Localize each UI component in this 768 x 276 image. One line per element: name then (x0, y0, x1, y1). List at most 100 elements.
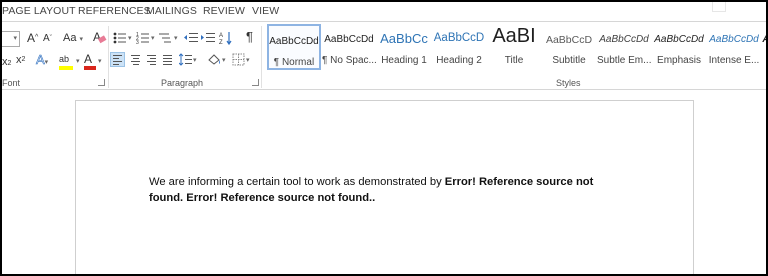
shading-icon: ▾ (208, 54, 226, 65)
line-spacing-icon: ▾ (179, 53, 197, 66)
bullets-icon: ▾ (113, 32, 132, 44)
style-name: ¶ Normal (273, 57, 315, 68)
tab-page-layout[interactable]: PAGE LAYOUT (2, 5, 76, 17)
style-preview: AaBbCcDd (269, 36, 319, 47)
numbering-icon: 1 2 3 ▾ (136, 32, 155, 45)
svg-text:▾: ▾ (222, 57, 226, 64)
superscript-button[interactable]: x2 (16, 53, 25, 67)
font-size-box[interactable]: ▾ (2, 31, 20, 47)
word-window: PAGE LAYOUT REFERENCES MAILINGS REVIEW V… (2, 2, 766, 274)
style-name: Emphasis (657, 55, 701, 66)
style-heading-1[interactable]: AaBbCc Heading 1 (377, 24, 431, 70)
tab-view[interactable]: VIEW (252, 5, 279, 17)
group-separator (261, 26, 262, 88)
document-workspace[interactable]: We are informing a certain tool to work … (2, 91, 766, 274)
paragraph-end: . (372, 192, 376, 204)
paragraph-group-label: Paragraph (161, 78, 204, 88)
tab-mailings[interactable]: MAILINGS (146, 5, 197, 17)
style-name: ¶ No Spac... (322, 55, 376, 66)
style-emphasis[interactable]: AaBbCcDd Emphasis (652, 24, 706, 70)
style-preview: A (760, 34, 766, 45)
font-color-button[interactable]: A ▾ (84, 52, 102, 70)
text-effects-icon: A (36, 52, 45, 67)
highlight-button[interactable]: ab ▾ (59, 52, 80, 70)
multilevel-list-button[interactable]: ▾ (159, 31, 181, 45)
style-normal[interactable]: AaBbCcDd ¶ Normal (267, 24, 321, 70)
svg-text:▾: ▾ (246, 57, 250, 64)
bullets-button[interactable]: ▾ (113, 31, 135, 45)
style-intense-emphasis[interactable]: AaBbCcDd Intense E... (707, 24, 761, 70)
font-dialog-launcher-icon[interactable] (98, 79, 105, 86)
style-preview: AaBbCcD (433, 32, 485, 44)
svg-text:▾: ▾ (174, 35, 178, 42)
style-preview: AaBbCcDd (599, 34, 649, 45)
style-title[interactable]: AaBI Title (487, 24, 541, 70)
svg-text:3: 3 (136, 40, 139, 45)
document-page[interactable]: We are informing a certain tool to work … (75, 100, 694, 274)
grow-font-icon: A (27, 31, 36, 45)
align-right-button[interactable] (144, 52, 159, 67)
shrink-font-button[interactable]: Aˇ (43, 32, 52, 46)
ribbon: ▾ A^ Aˇ Aa ▾ A x2 x2 A▾ ab ▾ A ▾ ▾ 1 2 3… (2, 21, 766, 90)
style-preview: AaBbCc (380, 31, 428, 46)
line-spacing-button[interactable]: ▾ (179, 53, 199, 67)
align-center-icon (131, 55, 140, 67)
font-color-icon: A (84, 52, 93, 66)
multilevel-list-icon: ▾ (159, 33, 178, 43)
align-left-button[interactable] (110, 52, 125, 67)
style-name: Subtle Em... (597, 55, 651, 66)
borders-button[interactable]: ▾ (232, 53, 254, 67)
style-name: Intense E... (708, 55, 760, 66)
svg-text:▾: ▾ (193, 57, 197, 64)
document-paragraph[interactable]: We are informing a certain tool to work … (149, 174, 629, 206)
align-center-button[interactable] (128, 52, 143, 67)
style-subtle-emphasis[interactable]: AaBbCcDd Subtle Em... (597, 24, 651, 70)
text-effects-button[interactable]: A▾ (36, 52, 48, 70)
borders-icon: ▾ (232, 53, 250, 66)
sort-icon: AZ (219, 32, 232, 46)
highlight-icon: ab (59, 54, 70, 64)
style-name: Title (504, 55, 524, 66)
change-case-label: Aa (63, 32, 77, 44)
grow-font-button[interactable]: A^ (27, 31, 38, 45)
decrease-indent-button[interactable] (184, 31, 198, 45)
justify-icon (163, 55, 172, 67)
style-name: Heading 2 (436, 55, 482, 66)
styles-gallery: AaBbCcDd ¶ Normal AaBbCcDd ¶ No Spac... … (265, 24, 766, 74)
clear-formatting-icon: A (93, 30, 107, 44)
tab-references[interactable]: REFERENCES (78, 5, 151, 17)
style-name: Subtitle (552, 55, 586, 66)
svg-text:Z: Z (219, 40, 223, 46)
style-preview: AaBI (492, 25, 536, 47)
style-subtitle[interactable]: AaBbCcD Subtitle (542, 24, 596, 70)
style-partial[interactable]: A (760, 24, 766, 70)
style-preview: AaBbCcDd (324, 34, 374, 45)
justify-button[interactable] (160, 52, 175, 67)
increase-indent-button[interactable] (201, 31, 215, 45)
style-no-spacing[interactable]: AaBbCcDd ¶ No Spac... (322, 24, 376, 70)
change-case-button[interactable]: Aa ▾ (63, 31, 83, 47)
sort-button[interactable]: AZ (219, 31, 233, 46)
style-preview: AaBbCcDd (654, 34, 704, 45)
ribbon-tabs: PAGE LAYOUT REFERENCES MAILINGS REVIEW V… (2, 2, 766, 21)
increase-indent-icon (201, 33, 215, 42)
align-left-icon (113, 55, 122, 67)
window-control-outline (712, 2, 726, 12)
numbering-button[interactable]: 1 2 3 ▾ (136, 31, 158, 45)
subscript-button[interactable]: x2 (2, 55, 11, 71)
style-name: Heading 1 (381, 55, 427, 66)
svg-text:▾: ▾ (151, 35, 155, 42)
style-heading-2[interactable]: AaBbCcD Heading 2 (432, 24, 486, 70)
style-preview: AaBbCcDd (709, 34, 759, 45)
reference-error-field[interactable]: Error! Reference source not found. (186, 192, 372, 204)
tab-review[interactable]: REVIEW (203, 5, 245, 17)
svg-text:▾: ▾ (128, 35, 132, 42)
clear-formatting-button[interactable]: A (93, 30, 107, 45)
shading-button[interactable]: ▾ (207, 52, 229, 68)
group-separator (108, 26, 109, 88)
paragraph-dialog-launcher-icon[interactable] (252, 79, 259, 86)
styles-group-label: Styles (556, 78, 581, 88)
paragraph-text: We are informing a certain tool to work … (149, 176, 445, 188)
shrink-font-icon: A (43, 33, 50, 44)
show-formatting-marks-button[interactable]: ¶ (246, 30, 253, 44)
